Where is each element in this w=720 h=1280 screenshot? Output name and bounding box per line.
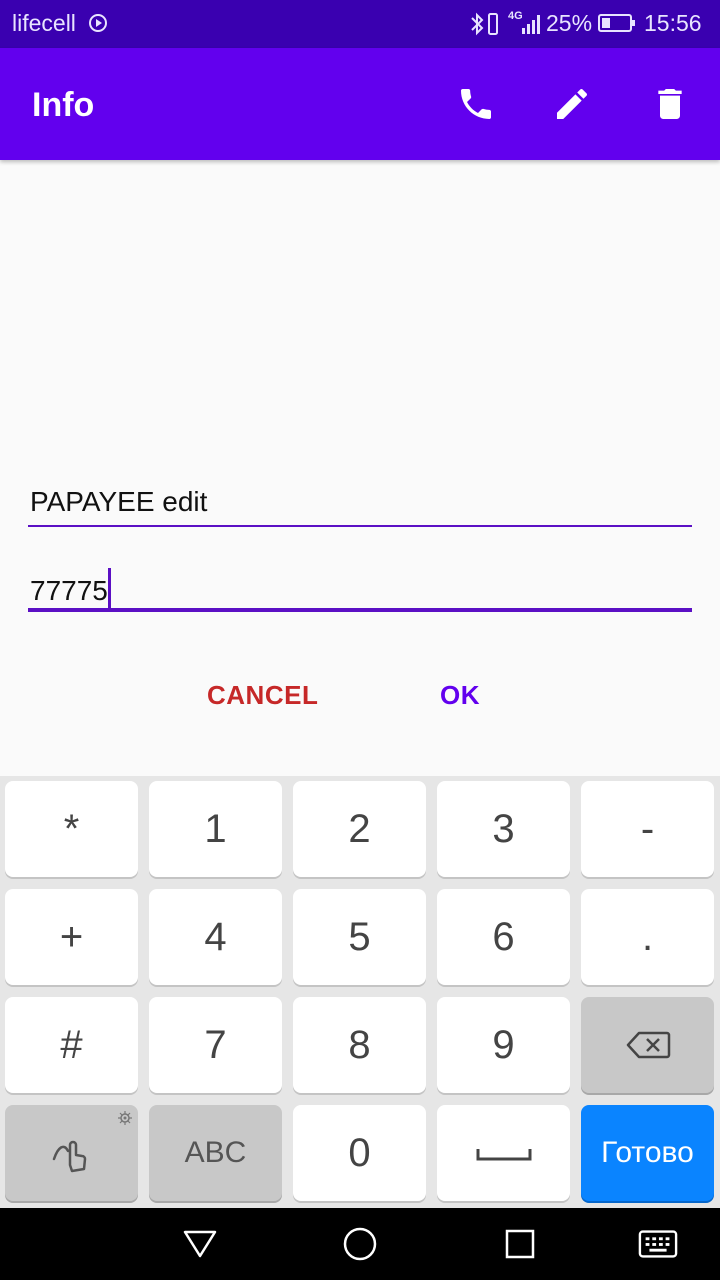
done-key[interactable]: Готово xyxy=(581,1105,714,1201)
call-button[interactable] xyxy=(450,78,502,130)
number-text: 77775 xyxy=(30,575,108,606)
delete-icon xyxy=(658,89,682,119)
page-title: Info xyxy=(32,86,95,124)
key-2[interactable]: 2 xyxy=(293,781,426,877)
vibrate-icon xyxy=(488,13,498,35)
text-cursor xyxy=(107,568,111,608)
space-key[interactable] xyxy=(437,1105,570,1201)
key-4[interactable]: 4 xyxy=(149,889,282,985)
battery-percent: 25% xyxy=(546,10,593,36)
name-field[interactable]: PAPAYEE edit xyxy=(28,480,692,528)
keyboard-icon xyxy=(638,1230,678,1258)
key-0[interactable]: 0 xyxy=(293,1105,426,1201)
gesture-key[interactable] xyxy=(5,1105,138,1201)
key-1[interactable]: 1 xyxy=(149,781,282,877)
carrier-name: lifecell xyxy=(12,10,76,36)
numeric-keyboard: * 1 2 3 - + 4 5 6 . # 7 8 9 ABC 0 Готово xyxy=(0,776,720,1208)
signal-icon xyxy=(522,15,540,34)
key-hash[interactable]: # xyxy=(5,997,138,1093)
key-6[interactable]: 6 xyxy=(437,889,570,985)
gear-icon xyxy=(118,1111,132,1125)
app-bar: Info xyxy=(0,48,720,160)
recents-icon xyxy=(505,1229,535,1259)
name-field-underline xyxy=(28,525,692,527)
key-9[interactable]: 9 xyxy=(437,997,570,1093)
backspace-key[interactable] xyxy=(581,997,714,1093)
cancel-button[interactable]: CANCEL xyxy=(207,680,318,711)
key-3[interactable]: 3 xyxy=(437,781,570,877)
battery-icon xyxy=(598,14,635,32)
key-plus[interactable]: + xyxy=(5,889,138,985)
space-icon xyxy=(476,1149,531,1161)
key-7[interactable]: 7 xyxy=(149,997,282,1093)
back-icon xyxy=(183,1230,217,1258)
home-icon xyxy=(343,1227,377,1261)
carrier-app-icon xyxy=(89,14,107,32)
bluetooth-icon xyxy=(471,12,484,36)
phone-icon xyxy=(461,89,491,119)
key-5[interactable]: 5 xyxy=(293,889,426,985)
abc-key[interactable]: ABC xyxy=(149,1105,282,1201)
edit-icon xyxy=(557,88,588,119)
keyboard-switch-button[interactable] xyxy=(638,1224,678,1264)
back-button[interactable] xyxy=(180,1224,220,1264)
key-period[interactable]: . xyxy=(581,889,714,985)
status-bar: lifecell 4G 25% 15:56 xyxy=(0,0,720,48)
name-input-value: PAPAYEE edit xyxy=(30,486,208,517)
number-field[interactable]: 77775 xyxy=(28,562,692,614)
recents-button[interactable] xyxy=(500,1224,540,1264)
delete-button[interactable] xyxy=(644,78,696,130)
backspace-icon xyxy=(626,1031,670,1059)
key-minus[interactable]: - xyxy=(581,781,714,877)
home-button[interactable] xyxy=(340,1224,380,1264)
number-field-underline xyxy=(28,608,692,612)
key-asterisk[interactable]: * xyxy=(5,781,138,877)
edit-button[interactable] xyxy=(546,78,598,130)
navigation-bar xyxy=(0,1208,720,1280)
clock: 15:56 xyxy=(644,10,702,36)
ok-button[interactable]: OK xyxy=(440,680,480,711)
gesture-icon xyxy=(52,1140,86,1173)
key-8[interactable]: 8 xyxy=(293,997,426,1093)
number-input-value: 77775 xyxy=(30,568,111,608)
